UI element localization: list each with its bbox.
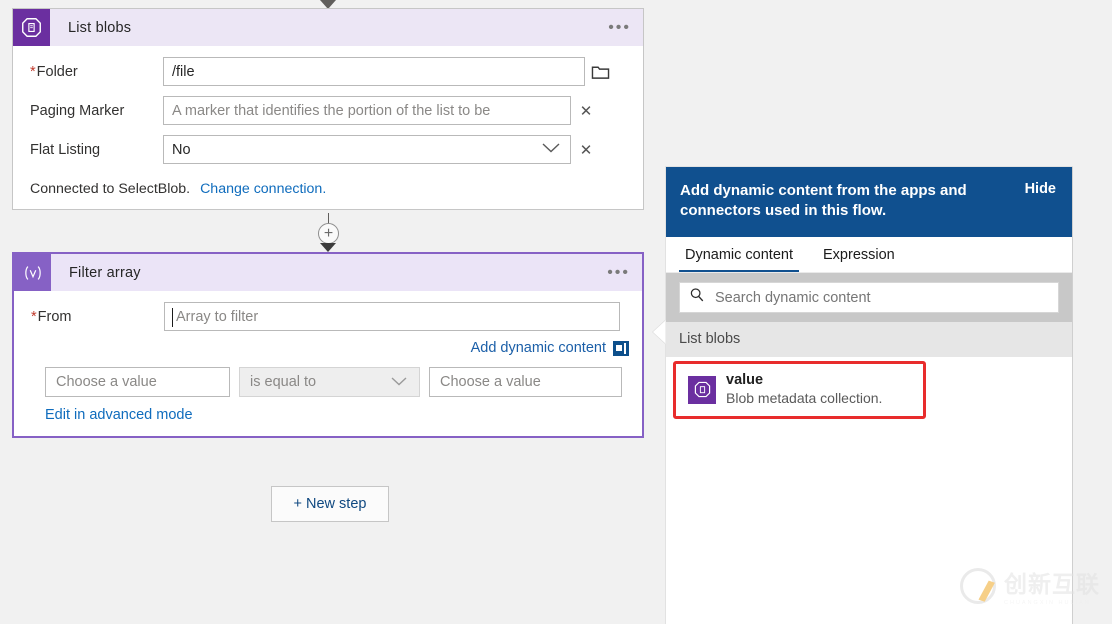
condition-right-placeholder: Choose a value: [440, 374, 541, 390]
required-asterisk: *: [30, 63, 36, 80]
new-step-button[interactable]: + New step: [270, 486, 390, 522]
new-step-area: + New step: [0, 486, 660, 522]
edit-advanced-mode-link[interactable]: Edit in advanced mode: [45, 407, 193, 423]
folder-row: *Folder /file: [13, 57, 643, 86]
condition-operator-value: is equal to: [250, 374, 317, 390]
condition-left-placeholder: Choose a value: [56, 374, 157, 390]
add-dynamic-content-label: Add dynamic content: [470, 340, 606, 356]
tab-dynamic-content[interactable]: Dynamic content: [679, 237, 799, 272]
panel-right-gutter: [1072, 167, 1112, 624]
dynamic-content-icon: [613, 340, 629, 356]
search-input[interactable]: Search dynamic content: [679, 282, 1059, 313]
paging-marker-placeholder: A marker that identifies the portion of …: [172, 102, 491, 119]
watermark: 创新互联 CHUANGXIN HULIAN: [960, 565, 1100, 606]
condition-row: Choose a value is equal to Choose a valu…: [14, 367, 642, 397]
watermark-text-block: 创新互联 CHUANGXIN HULIAN: [1004, 565, 1100, 606]
dynamic-content-item-description: Blob metadata collection.: [726, 390, 883, 406]
filter-array-card[interactable]: Filter array ••• *From Array to filter A…: [12, 252, 644, 438]
paging-marker-row: Paging Marker A marker that identifies t…: [13, 96, 643, 125]
dynamic-content-panel-header: Add dynamic content from the apps and co…: [666, 167, 1072, 237]
text-cursor: [172, 308, 173, 327]
expression-icon: [14, 254, 51, 291]
dynamic-content-panel: Add dynamic content from the apps and co…: [666, 167, 1072, 624]
blob-storage-icon: [13, 9, 50, 46]
connection-status-text: Connected to SelectBlob.: [30, 181, 191, 197]
dynamic-content-item-name: value: [726, 372, 764, 388]
flat-listing-dropdown[interactable]: No: [163, 135, 571, 164]
panel-header-text: Add dynamic content from the apps and co…: [680, 182, 967, 219]
paging-marker-label: Paging Marker: [30, 102, 125, 119]
list-blobs-card[interactable]: List blobs ••• *Folder /file Paging Mark…: [12, 8, 644, 210]
from-label: *From: [31, 308, 72, 325]
paging-marker-clear-x-icon[interactable]: ✕: [571, 102, 601, 120]
panel-tabs: Dynamic content Expression: [666, 237, 1072, 273]
watermark-subtext: CHUANGXIN HULIAN: [1004, 600, 1091, 606]
panel-search-band: Search dynamic content: [666, 273, 1072, 322]
tab-expression[interactable]: Expression: [817, 237, 901, 272]
required-asterisk: *: [31, 308, 37, 325]
blob-storage-icon: [688, 375, 716, 404]
watermark-logo-icon: [960, 567, 996, 604]
add-dynamic-content-link[interactable]: Add dynamic content: [14, 340, 642, 356]
dynamic-content-list: value Blob metadata collection.: [666, 357, 1072, 419]
step-connector: +: [312, 213, 346, 252]
condition-right-input[interactable]: Choose a value: [429, 367, 622, 397]
flat-listing-clear-x-icon[interactable]: ✕: [571, 141, 601, 159]
panel-pointer-icon: [653, 320, 666, 344]
from-row: *From Array to filter: [14, 302, 642, 331]
filter-array-card-menu-button[interactable]: •••: [607, 264, 630, 280]
list-blobs-card-header[interactable]: List blobs •••: [13, 9, 643, 46]
chevron-down-icon: [389, 375, 409, 390]
dynamic-content-item-text: value Blob metadata collection.: [726, 372, 882, 407]
flow-designer-screen: List blobs ••• *Folder /file Paging Mark…: [0, 0, 1112, 624]
search-input-placeholder: Search dynamic content: [715, 289, 871, 306]
insert-step-button[interactable]: +: [318, 223, 339, 244]
folder-picker-icon[interactable]: [585, 63, 615, 80]
list-blobs-card-body: *Folder /file Paging Marker A marker tha…: [13, 57, 643, 197]
search-icon: [689, 287, 705, 308]
chevron-down-icon: [540, 142, 562, 157]
flat-listing-label: Flat Listing: [30, 141, 101, 158]
dynamic-content-item-value[interactable]: value Blob metadata collection.: [676, 363, 918, 417]
paging-marker-input[interactable]: A marker that identifies the portion of …: [163, 96, 571, 125]
filter-array-card-header[interactable]: Filter array •••: [14, 254, 642, 291]
flat-listing-row: Flat Listing No ✕: [13, 135, 643, 164]
dynamic-content-group-header: List blobs: [666, 322, 1072, 357]
folder-input-value: /file: [172, 63, 195, 80]
folder-label: *Folder: [30, 63, 78, 80]
condition-operator-dropdown[interactable]: is equal to: [239, 367, 420, 397]
filter-array-card-body: *From Array to filter Add dynamic conten…: [14, 302, 642, 424]
change-connection-link[interactable]: Change connection.: [200, 181, 326, 197]
flat-listing-value: No: [172, 141, 191, 158]
folder-input[interactable]: /file: [163, 57, 585, 86]
connector-arrow-icon: [320, 243, 336, 252]
connection-status: Connected to SelectBlob. Change connecti…: [13, 181, 643, 197]
list-blobs-card-title: List blobs: [68, 19, 132, 36]
from-input-placeholder: Array to filter: [176, 308, 259, 325]
condition-left-input[interactable]: Choose a value: [45, 367, 230, 397]
hide-panel-button[interactable]: Hide: [1025, 181, 1056, 197]
flow-canvas: List blobs ••• *Folder /file Paging Mark…: [0, 0, 660, 624]
list-blobs-card-menu-button[interactable]: •••: [608, 19, 631, 35]
plus-icon: +: [323, 224, 334, 242]
filter-array-card-title: Filter array: [69, 264, 141, 281]
watermark-text: 创新互联: [1004, 571, 1100, 597]
from-input[interactable]: Array to filter: [164, 302, 620, 331]
